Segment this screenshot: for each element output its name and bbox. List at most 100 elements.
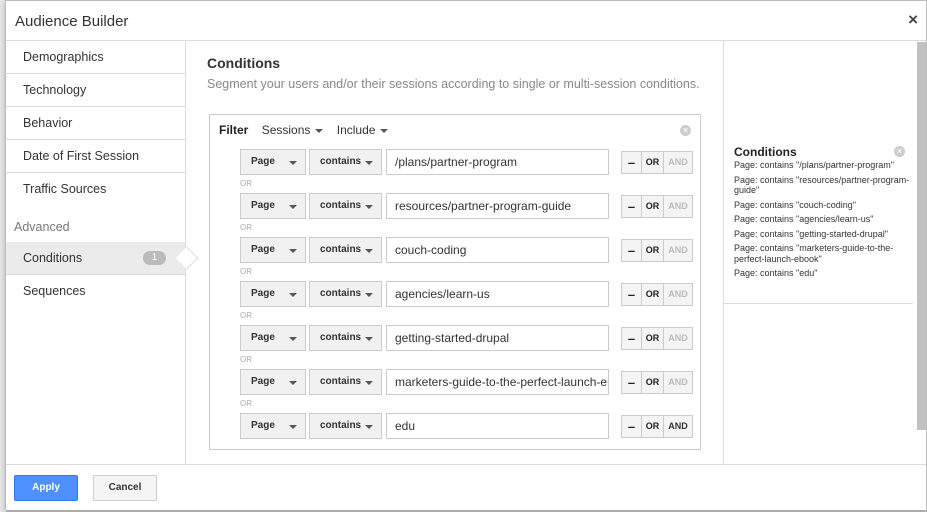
operator-select[interactable]: contains xyxy=(309,193,382,219)
and-button[interactable]: AND xyxy=(664,372,692,393)
condition-value-input[interactable]: agencies/learn-us xyxy=(386,281,609,307)
row-actions: – OR AND xyxy=(621,239,693,262)
dimension-select[interactable]: Page xyxy=(240,325,306,351)
remove-filter-icon[interactable]: ✕ xyxy=(680,125,691,136)
sidebar-item-sequences[interactable]: Sequences xyxy=(6,275,185,308)
dimension-value: Page xyxy=(251,332,275,343)
row-actions: – OR AND xyxy=(621,151,693,174)
and-button[interactable]: AND xyxy=(664,240,692,261)
dialog-title: Audience Builder xyxy=(15,13,129,30)
or-button[interactable]: OR xyxy=(642,152,664,173)
summary-divider xyxy=(724,303,913,304)
page-title: Conditions xyxy=(207,55,281,71)
remove-row-button[interactable]: – xyxy=(622,196,642,217)
cancel-button[interactable]: Cancel xyxy=(93,475,157,501)
dimension-value: Page xyxy=(251,156,275,167)
apply-button[interactable]: Apply xyxy=(14,475,78,501)
dialog-header: Audience Builder × xyxy=(6,1,926,41)
operator-select[interactable]: contains xyxy=(309,369,382,395)
remove-row-button[interactable]: – xyxy=(622,416,642,437)
row-actions: – OR AND xyxy=(621,415,693,438)
operator-select[interactable]: contains xyxy=(309,413,382,439)
and-button[interactable]: AND xyxy=(664,284,692,305)
sidebar-item-technology[interactable]: Technology xyxy=(6,74,185,107)
close-icon[interactable]: × xyxy=(908,10,918,30)
and-button[interactable]: AND xyxy=(664,416,692,437)
condition-row: Page contains getting-started-drupal – OR… xyxy=(240,325,700,351)
sidebar-item-conditions[interactable]: Conditions 1 xyxy=(6,242,199,275)
dimension-select[interactable]: Page xyxy=(240,281,306,307)
chevron-down-icon xyxy=(365,249,373,253)
operator-value: contains xyxy=(320,156,362,167)
include-dropdown[interactable]: Include xyxy=(337,123,389,137)
summary-item: Page: contains "marketers-guide-to-the-p… xyxy=(734,243,894,264)
dimension-select[interactable]: Page xyxy=(240,237,306,263)
operator-select[interactable]: contains xyxy=(309,149,382,175)
clear-conditions-icon[interactable]: ✕ xyxy=(894,146,905,157)
condition-value-input[interactable]: couch-coding xyxy=(386,237,609,263)
dimension-value: Page xyxy=(251,244,275,255)
remove-row-button[interactable]: – xyxy=(622,152,642,173)
chevron-down-icon xyxy=(365,337,373,341)
or-button[interactable]: OR xyxy=(642,284,664,305)
scope-value: Sessions xyxy=(261,123,311,137)
or-separator: OR xyxy=(240,355,252,364)
remove-row-button[interactable]: – xyxy=(622,284,642,305)
operator-select[interactable]: contains xyxy=(309,237,382,263)
sidebar-item-demographics[interactable]: Demographics xyxy=(6,41,185,74)
dimension-select[interactable]: Page xyxy=(240,413,306,439)
condition-row: Page contains /plans/partner-program – OR… xyxy=(240,149,700,175)
operator-value: contains xyxy=(320,200,362,211)
remove-row-button[interactable]: – xyxy=(622,240,642,261)
row-actions: – OR AND xyxy=(621,283,693,306)
condition-value-input[interactable]: resources/partner-program-guide xyxy=(386,193,609,219)
and-button[interactable]: AND xyxy=(664,196,692,217)
or-button[interactable]: OR xyxy=(642,196,664,217)
condition-value-input[interactable]: edu xyxy=(386,413,609,439)
summary-item: Page: contains "resources/partner-progra… xyxy=(734,174,910,196)
sidebar-item-date-of-first-session[interactable]: Date of First Session xyxy=(6,140,185,173)
row-actions: – OR AND xyxy=(621,327,693,350)
conditions-panel: Conditions Segment your users and/or the… xyxy=(187,41,723,464)
chevron-down-icon xyxy=(289,337,297,341)
or-button[interactable]: OR xyxy=(642,372,664,393)
operator-value: contains xyxy=(320,288,362,299)
dimension-select[interactable]: Page xyxy=(240,369,306,395)
and-button[interactable]: AND xyxy=(664,152,692,173)
operator-value: contains xyxy=(320,376,362,387)
chevron-down-icon xyxy=(289,381,297,385)
remove-row-button[interactable]: – xyxy=(622,372,642,393)
or-button[interactable]: OR xyxy=(642,328,664,349)
or-button[interactable]: OR xyxy=(642,416,664,437)
or-separator: OR xyxy=(240,311,252,320)
dimension-select[interactable]: Page xyxy=(240,149,306,175)
condition-value-input[interactable]: marketers-guide-to-the-perfect-launch-el xyxy=(386,369,609,395)
condition-value-input[interactable]: getting-started-drupal xyxy=(386,325,609,351)
dimension-select[interactable]: Page xyxy=(240,193,306,219)
or-button[interactable]: OR xyxy=(642,240,664,261)
sidebar-item-behavior[interactable]: Behavior xyxy=(6,107,185,140)
scrollbar[interactable] xyxy=(917,42,926,430)
summary-item: Page: contains "edu" xyxy=(734,268,818,278)
or-separator: OR xyxy=(240,267,252,276)
dimension-value: Page xyxy=(251,288,275,299)
operator-select[interactable]: contains xyxy=(309,325,382,351)
scope-dropdown[interactable]: Sessions xyxy=(262,123,324,137)
dimension-value: Page xyxy=(251,376,275,387)
operator-select[interactable]: contains xyxy=(309,281,382,307)
and-button[interactable]: AND xyxy=(664,328,692,349)
operator-value: contains xyxy=(320,420,362,431)
summary-item: Page: contains "couch-coding" xyxy=(734,199,856,210)
sidebar: Demographics Technology Behavior Date of… xyxy=(6,41,199,464)
chevron-down-icon xyxy=(365,161,373,165)
chevron-down-icon xyxy=(380,128,389,133)
sidebar-item-traffic-sources[interactable]: Traffic Sources xyxy=(6,173,185,206)
remove-row-button[interactable]: – xyxy=(622,328,642,349)
condition-row: Page contains couch-coding – OR AND xyxy=(240,237,700,263)
filter-group: Filter Sessions Include ✕ Page contains … xyxy=(209,114,701,450)
chevron-down-icon xyxy=(289,425,297,429)
chevron-down-icon xyxy=(365,205,373,209)
condition-value-input[interactable]: /plans/partner-program xyxy=(386,149,609,175)
condition-row: Page contains marketers-guide-to-the-per… xyxy=(240,369,700,395)
summary-title: Conditions xyxy=(734,145,797,159)
